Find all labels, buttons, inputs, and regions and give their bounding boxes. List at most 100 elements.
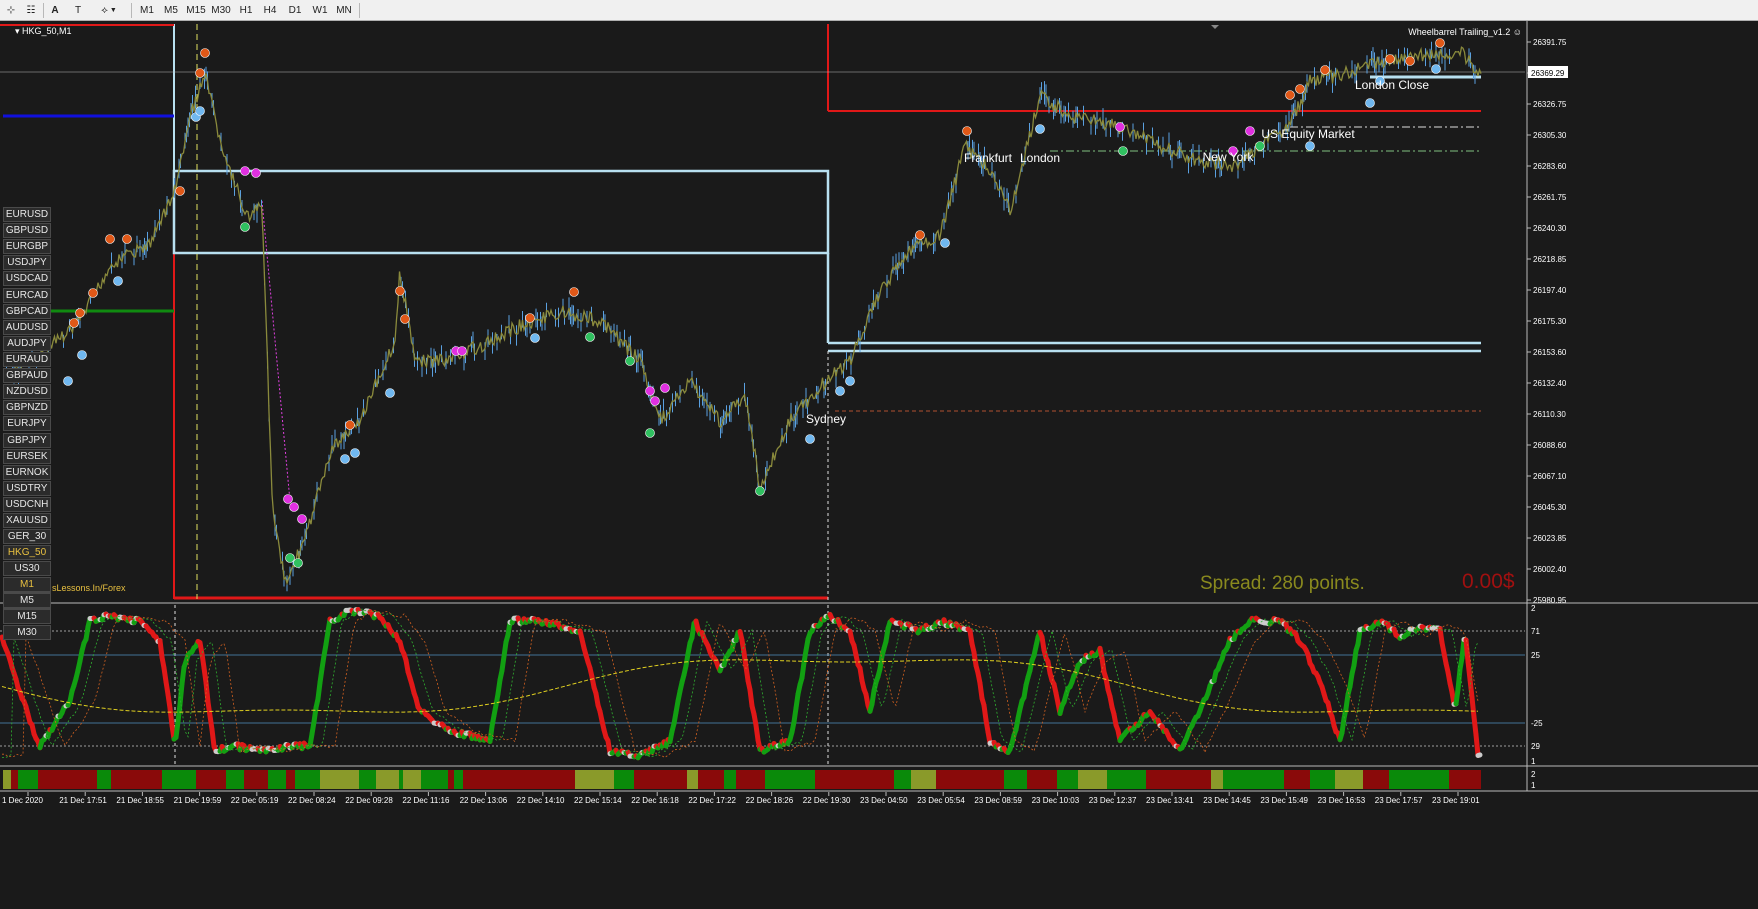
crosshair-icon[interactable]: ⊹ xyxy=(1,2,21,19)
symbol-button-eurjpy[interactable]: EURJPY xyxy=(3,416,51,432)
chart-area[interactable]: Sydney Frankfurt London New York US Equity M… xyxy=(0,21,1758,909)
tf-button-h1[interactable]: H1 xyxy=(235,2,257,19)
signal-arrow-icon xyxy=(385,388,395,398)
tf-button-h4[interactable]: H4 xyxy=(259,2,281,19)
strip-segment xyxy=(1107,770,1136,789)
time-axis-label: 23 Dec 10:03 xyxy=(1032,796,1080,805)
symbol-button-euraud[interactable]: EURAUD xyxy=(3,351,51,367)
symbol-button-gbpjpy[interactable]: GBPJPY xyxy=(3,432,51,448)
signal-arrow-icon xyxy=(585,332,595,342)
side-tf-button-m15[interactable]: M15 xyxy=(3,609,51,624)
signal-arrow-icon xyxy=(1035,124,1045,134)
session-label-frankfurt: Frankfurt xyxy=(964,151,1013,165)
symbol-button-usdjpy[interactable]: USDJPY xyxy=(3,255,51,271)
strip-segment xyxy=(286,770,295,789)
strip-segment xyxy=(376,770,399,789)
signal-arrow-icon xyxy=(340,454,350,464)
strip-segment xyxy=(483,770,512,789)
symbol-button-eurgbp[interactable]: EURGBP xyxy=(3,239,51,255)
session-label-london: London xyxy=(1020,151,1060,165)
signal-arrow-icon xyxy=(395,286,405,296)
session-label-london-close: London Close xyxy=(1355,78,1429,92)
signal-arrow-icon xyxy=(1295,84,1305,94)
profit-label: 0.00$ xyxy=(1462,570,1515,593)
time-axis-label: 22 Dec 11:16 xyxy=(402,796,450,805)
signal-arrow-icon xyxy=(457,346,467,356)
symbol-button-hkg-50[interactable]: HKG_50 xyxy=(3,545,51,561)
signal-arrow-icon xyxy=(69,318,79,328)
side-tf-button-m1[interactable]: M1 xyxy=(3,577,51,592)
strip-segment xyxy=(687,770,698,789)
strip-segment xyxy=(911,770,936,789)
symbol-button-eurnok[interactable]: EURNOK xyxy=(3,464,51,480)
symbol-button-ger-30[interactable]: GER_30 xyxy=(3,529,51,545)
tf-button-mn[interactable]: MN xyxy=(333,2,355,19)
strip-segment xyxy=(1185,770,1211,789)
osc-line-segment xyxy=(1469,694,1477,720)
signal-arrow-icon xyxy=(88,288,98,298)
signal-arrow-icon xyxy=(1255,141,1265,151)
side-tf-button-m30[interactable]: M30 xyxy=(3,625,51,640)
osc-line-segment xyxy=(209,726,217,749)
symbol-button-audjpy[interactable]: AUDJPY xyxy=(3,335,51,351)
signal-arrow-icon xyxy=(240,166,250,176)
symbol-button-gbpnzd[interactable]: GBPNZD xyxy=(3,400,51,416)
signal-arrow-icon xyxy=(835,386,845,396)
grid-icon[interactable]: ☷ xyxy=(21,2,41,19)
price-axis-label: 26067.10 xyxy=(1533,472,1567,481)
strip-segment xyxy=(746,770,765,789)
time-axis-label: 23 Dec 04:50 xyxy=(860,796,908,805)
symbol-button-usdcad[interactable]: USDCAD xyxy=(3,271,51,287)
symbol-button-eursek[interactable]: EURSEK xyxy=(3,448,51,464)
time-axis-label: 22 Dec 08:24 xyxy=(288,796,336,805)
signal-arrow-icon xyxy=(400,314,410,324)
strip-segment xyxy=(1230,770,1253,789)
price-axis-label: 26261.75 xyxy=(1533,193,1567,202)
text-label-icon[interactable]: T xyxy=(68,2,88,19)
ea-name-label: Wheelbarrel Trailing_v1.2 ☺ xyxy=(1408,27,1522,37)
symbol-button-eurusd[interactable]: EURUSD xyxy=(3,207,51,222)
strip-segment xyxy=(399,770,403,789)
price-chart-canvas[interactable]: Sydney Frankfurt London New York US Equity M… xyxy=(0,21,1758,909)
chevron-down-icon: ▼ xyxy=(109,7,117,14)
price-axis-label: 26218.85 xyxy=(1533,255,1567,264)
osc-line-segment xyxy=(1463,637,1471,664)
time-axis-label: 23 Dec 19:01 xyxy=(1432,796,1480,805)
strip-segment xyxy=(171,770,187,789)
strip-segment xyxy=(1284,770,1299,789)
symbol-button-audusd[interactable]: AUDUSD xyxy=(3,319,51,335)
text-icon[interactable]: A xyxy=(45,2,65,19)
strip-segment xyxy=(614,770,634,789)
strip-segment xyxy=(38,770,55,789)
signal-arrow-icon xyxy=(289,502,299,512)
time-axis-label: 21 Dec 17:51 xyxy=(59,796,107,805)
signal-arrow-icon xyxy=(285,553,295,563)
symbol-button-usdcnh[interactable]: USDCNH xyxy=(3,496,51,512)
symbol-button-gbpcad[interactable]: GBPCAD xyxy=(3,303,51,319)
symbol-button-usdtry[interactable]: USDTRY xyxy=(3,480,51,496)
signal-arrow-icon xyxy=(650,396,660,406)
tf-button-m30[interactable]: M30 xyxy=(209,2,233,19)
tf-button-m1[interactable]: M1 xyxy=(136,2,158,19)
symbol-button-eurcad[interactable]: EURCAD xyxy=(3,287,51,303)
symbol-button-gbpusd[interactable]: GBPUSD xyxy=(3,223,51,239)
time-axis-label: 22 Dec 19:30 xyxy=(803,796,851,805)
chart-toolbar: ⊹ ☷ A T ⟡ ▼ M1 M5 M15 M30 H1 H4 D1 W1 MN xyxy=(0,0,1758,21)
side-tf-button-m5[interactable]: M5 xyxy=(3,593,51,608)
strip-segment xyxy=(187,770,196,789)
price-axis-label: 26305.30 xyxy=(1533,131,1567,140)
tf-button-m15[interactable]: M15 xyxy=(184,2,208,19)
symbol-button-gbpaud[interactable]: GBPAUD xyxy=(3,368,51,384)
symbol-button-nzdusd[interactable]: NZDUSD xyxy=(3,384,51,400)
symbol-button-us30[interactable]: US30 xyxy=(3,561,51,577)
osc-trend-line xyxy=(1,659,1479,713)
strip-segment xyxy=(955,770,985,789)
price-axis-label: 26132.40 xyxy=(1533,379,1567,388)
strip-axis-label: 1 xyxy=(1531,781,1536,790)
shapes-icon[interactable]: ⟡ ▼ xyxy=(95,2,123,19)
tf-button-d1[interactable]: D1 xyxy=(284,2,306,19)
tf-button-m5[interactable]: M5 xyxy=(160,2,182,19)
strip-segment xyxy=(736,770,746,789)
symbol-button-xauusd[interactable]: XAUUSD xyxy=(3,513,51,529)
tf-button-w1[interactable]: W1 xyxy=(309,2,331,19)
